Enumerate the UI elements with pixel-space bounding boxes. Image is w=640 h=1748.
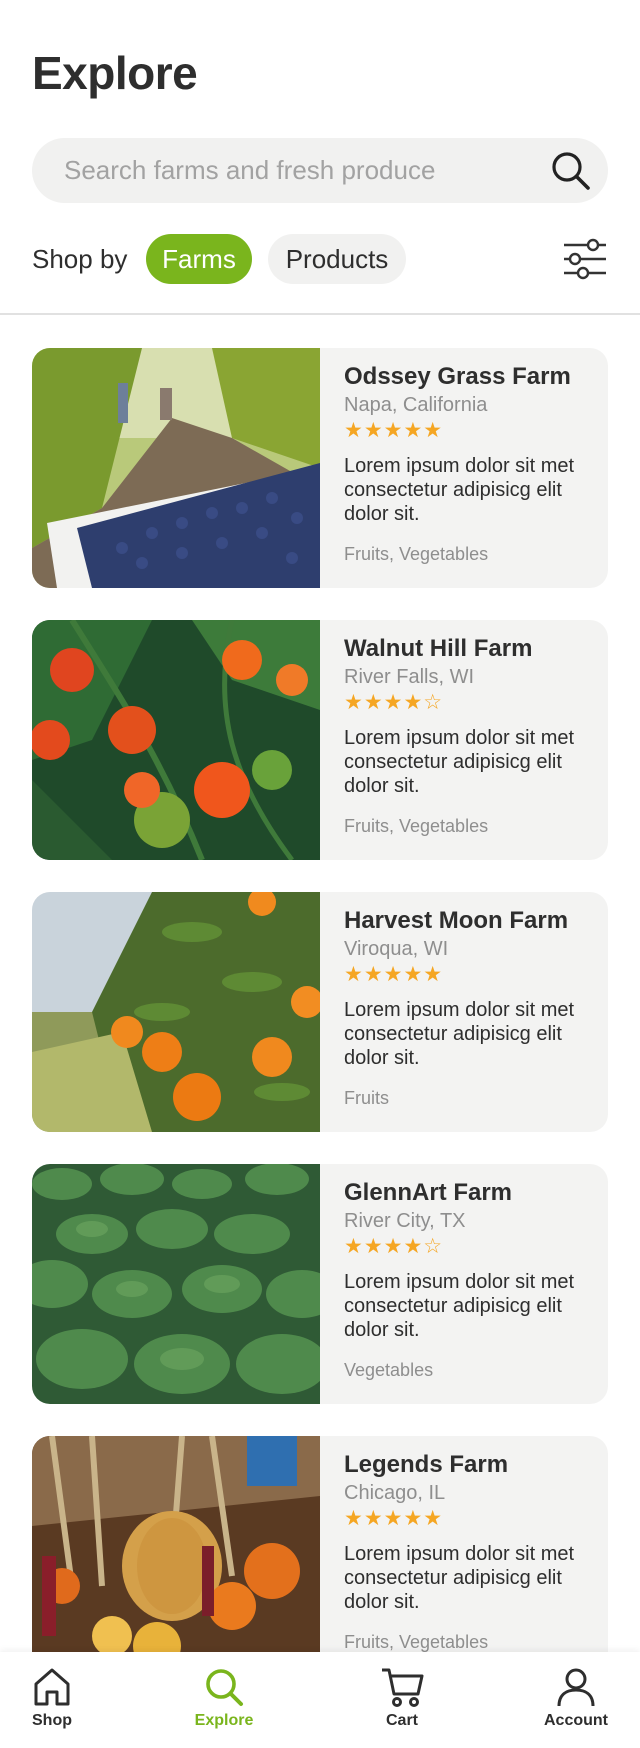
- farm-name: Harvest Moon Farm: [344, 907, 569, 934]
- farm-name: Walnut Hill Farm: [344, 635, 533, 662]
- star-rating: ★★★★☆: [344, 1235, 444, 1258]
- user-icon: [557, 1668, 595, 1707]
- home-icon: [34, 1668, 70, 1706]
- farm-tags: Fruits, Vegetables: [344, 816, 489, 836]
- farm-card-info: Harvest Moon Farm Viroqua, WI ★★★★★ Lore…: [344, 906, 596, 1109]
- search-icon[interactable]: [548, 148, 594, 194]
- tab-cart[interactable]: Cart: [342, 1666, 462, 1746]
- farm-card[interactable]: Harvest Moon Farm Viroqua, WI ★★★★★ Lore…: [32, 892, 608, 1132]
- farms-toggle-button[interactable]: Farms: [146, 234, 252, 284]
- farm-description: Lorem ipsum dolor sit met consectetur ad…: [344, 1271, 575, 1341]
- farm-card-info: Legends Farm Chicago, IL ★★★★★ Lorem ips…: [344, 1450, 596, 1652]
- tab-account[interactable]: Account: [516, 1666, 636, 1746]
- farm-location: River City, TX: [344, 1210, 466, 1232]
- cart-icon: [382, 1668, 424, 1707]
- shop-by-row: Shop by Farms Products: [32, 234, 608, 284]
- farm-name: Legends Farm: [344, 1451, 509, 1478]
- search-bar[interactable]: Search farms and fresh produce: [32, 138, 608, 203]
- divider: [0, 313, 640, 315]
- farm-description: Lorem ipsum dolor sit met consectetur ad…: [344, 727, 575, 797]
- farm-card-info: Walnut Hill Farm River Falls, WI ★★★★☆ L…: [344, 634, 596, 837]
- sliders-icon[interactable]: [562, 237, 608, 281]
- farm-tags: Fruits: [344, 1088, 389, 1108]
- tab-explore[interactable]: Explore: [164, 1666, 284, 1746]
- search-icon: [206, 1669, 243, 1706]
- farm-card-info: GlennArt Farm River City, TX ★★★★☆ Lorem…: [344, 1178, 596, 1381]
- farm-location: Chicago, IL: [344, 1482, 446, 1504]
- farm-list[interactable]: Odssey Grass Farm Napa, California ★★★★★…: [32, 348, 608, 1652]
- farm-location: River Falls, WI: [344, 666, 474, 688]
- farm-tags: Vegetables: [344, 1360, 434, 1380]
- shop-by-label: Shop by: [32, 244, 128, 274]
- search-input[interactable]: Search farms and fresh produce: [64, 155, 435, 186]
- farm-tags: Fruits, Vegetables: [344, 1632, 489, 1652]
- farm-location: Napa, California: [344, 394, 488, 416]
- tab-label: Account: [544, 1712, 608, 1729]
- star-rating: ★★★★☆: [344, 691, 444, 714]
- oranges-photo: [32, 892, 320, 1132]
- tab-label: Explore: [194, 1712, 254, 1729]
- tab-shop[interactable]: Shop: [0, 1666, 112, 1746]
- page-title: Explore: [32, 47, 198, 99]
- farm-description: Lorem ipsum dolor sit met consectetur ad…: [344, 455, 575, 525]
- farm-tags: Fruits, Vegetables: [344, 544, 489, 564]
- lettuce-photo: [32, 1164, 320, 1404]
- farm-card-info: Odssey Grass Farm Napa, California ★★★★★…: [344, 362, 596, 565]
- star-rating: ★★★★★: [344, 419, 444, 442]
- farm-card[interactable]: Odssey Grass Farm Napa, California ★★★★★…: [32, 348, 608, 588]
- farm-description: Lorem ipsum dolor sit met consectetur ad…: [344, 999, 575, 1069]
- farm-name: GlennArt Farm: [344, 1179, 513, 1206]
- star-rating: ★★★★★: [344, 1507, 444, 1530]
- pumpkins-photo: [32, 1436, 320, 1652]
- farm-description: Lorem ipsum dolor sit met consectetur ad…: [344, 1543, 575, 1613]
- farm-card[interactable]: GlennArt Farm River City, TX ★★★★☆ Lorem…: [32, 1164, 608, 1404]
- farm-card[interactable]: Walnut Hill Farm River Falls, WI ★★★★☆ L…: [32, 620, 608, 860]
- farm-card[interactable]: Legends Farm Chicago, IL ★★★★★ Lorem ips…: [32, 1436, 608, 1652]
- tab-bar: Shop Explore Cart Account: [0, 1652, 640, 1748]
- products-toggle-button[interactable]: Products: [268, 234, 406, 284]
- farm-name: Odssey Grass Farm: [344, 363, 571, 390]
- star-rating: ★★★★★: [344, 963, 444, 986]
- farm-location: Viroqua, WI: [344, 938, 449, 960]
- tomatoes-photo: [32, 620, 320, 860]
- tab-label: Cart: [385, 1712, 418, 1729]
- grapes-photo: [32, 348, 320, 588]
- tab-label: Shop: [32, 1712, 72, 1729]
